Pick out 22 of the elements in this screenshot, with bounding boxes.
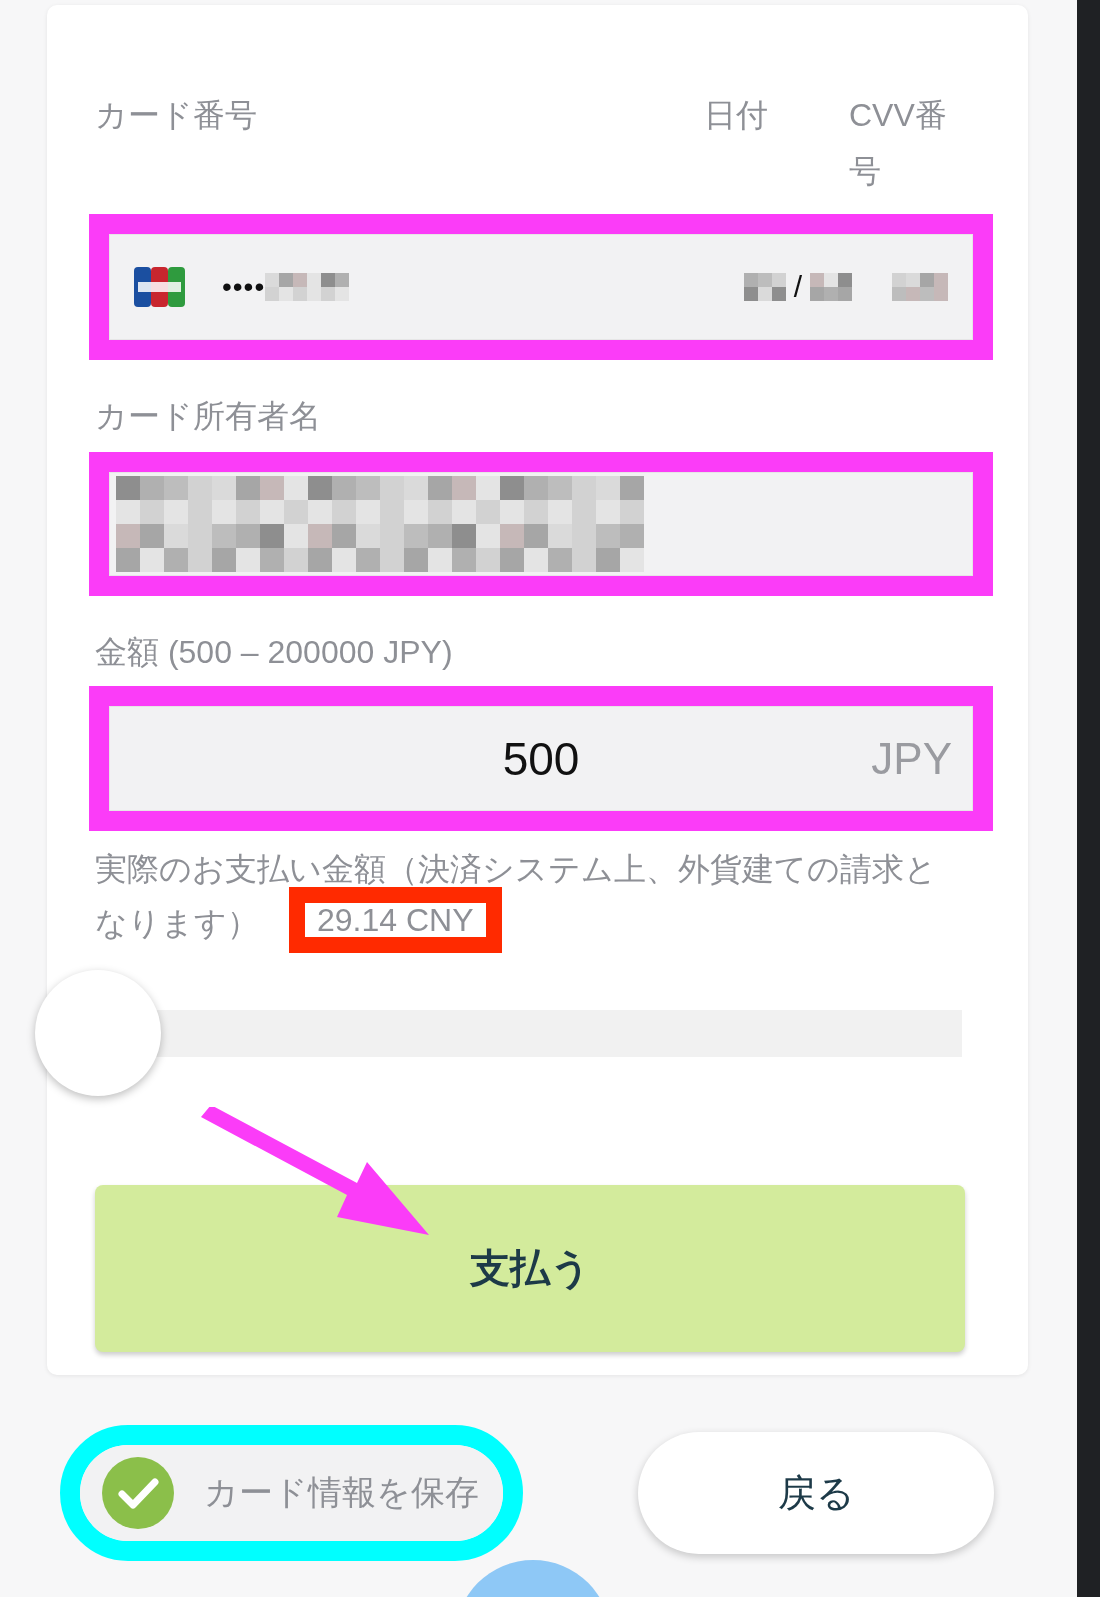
card-number-field[interactable]: •••• / [109, 234, 973, 340]
date-separator: / [793, 270, 802, 304]
amount-field[interactable]: 500 JPY [109, 706, 973, 811]
currency-label: JPY [871, 733, 952, 784]
converted-amount: 29.14 CNY [317, 902, 474, 938]
back-button[interactable]: 戻る [638, 1432, 994, 1554]
field-label: 金額 (500 – 200000 JPY) [95, 633, 454, 672]
redaction-drawing [892, 273, 948, 301]
cardholder-name-field[interactable] [109, 472, 973, 576]
checkbox-icon[interactable] [102, 1457, 174, 1529]
field-label: カード番号 [94, 96, 258, 135]
save-card-label: カード情報を保存 [204, 1472, 479, 1513]
redaction-drawing [743, 273, 786, 301]
card-brand-icon [134, 267, 186, 307]
field-label: CVV番号 [849, 96, 948, 191]
field-label: カード所有者名 [95, 397, 322, 436]
field-label: 日付 [704, 96, 769, 135]
redaction-drawing [810, 273, 852, 301]
slider-thumb[interactable] [35, 970, 161, 1096]
masked-card-number: •••• [222, 271, 266, 303]
pay-button[interactable]: 支払う [95, 1185, 965, 1352]
payment-note: 実際のお支払い金額（決済システム上、外貨建ての請求となります） 29.14 CNY [95, 845, 940, 959]
